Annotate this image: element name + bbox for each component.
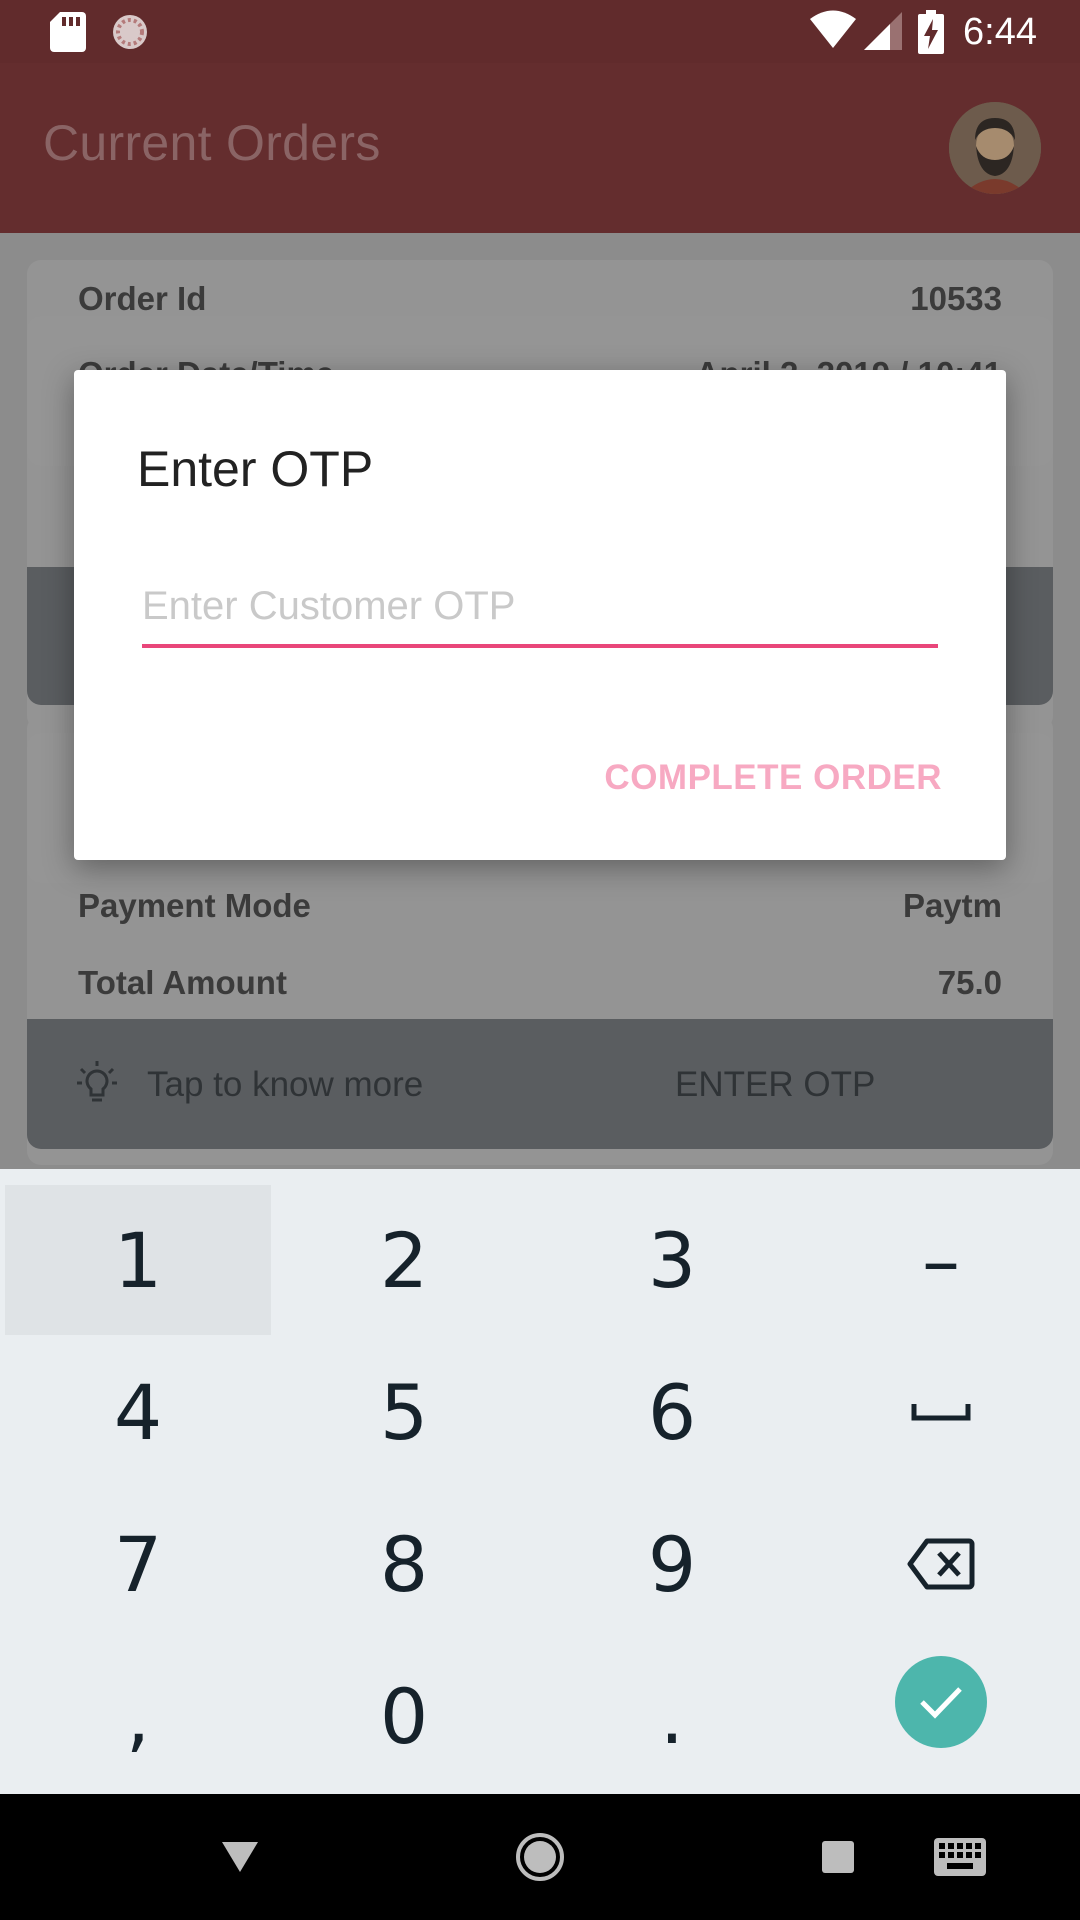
payment-card-footer: Tap to know more ENTER OTP [27, 1019, 1053, 1149]
otp-input[interactable] [142, 578, 938, 648]
sd-card-icon [50, 12, 86, 52]
key-0-label: 0 [379, 1671, 429, 1761]
cell-signal-icon [864, 12, 902, 50]
key-8[interactable]: 8 [271, 1489, 537, 1639]
keyboard-switch-button[interactable] [920, 1794, 1000, 1920]
key-enter[interactable] [808, 1627, 1074, 1777]
recents-button[interactable] [800, 1794, 876, 1920]
back-icon [222, 1842, 258, 1872]
key-dash-label: – [922, 1215, 960, 1305]
numeric-keyboard: 1 2 3 – 4 5 6 7 8 9 , 0 . [0, 1169, 1080, 1794]
battery-charging-icon [918, 10, 944, 54]
check-icon [920, 1687, 962, 1719]
key-4-label: 4 [113, 1367, 163, 1457]
total-amount-value: 75.0 [937, 964, 1002, 1001]
key-8-label: 8 [379, 1519, 429, 1609]
key-comma[interactable]: , [5, 1641, 271, 1791]
dialog-title: Enter OTP [137, 441, 374, 497]
order-id-label: Order Id [78, 280, 207, 317]
key-space[interactable] [808, 1337, 1074, 1487]
back-button[interactable] [200, 1794, 280, 1920]
key-0[interactable]: 0 [271, 1641, 537, 1791]
key-6[interactable]: 6 [539, 1337, 805, 1487]
key-dash[interactable]: – [808, 1185, 1074, 1335]
key-period[interactable]: . [539, 1641, 805, 1791]
key-6-label: 6 [647, 1367, 697, 1457]
sync-icon [113, 15, 147, 49]
key-backspace[interactable] [808, 1489, 1074, 1639]
total-amount-label: Total Amount [78, 964, 287, 1001]
home-button[interactable] [500, 1794, 580, 1920]
key-1-label: 1 [113, 1215, 163, 1305]
key-9-label: 9 [647, 1519, 697, 1609]
key-period-label: . [659, 1671, 685, 1761]
key-7[interactable]: 7 [5, 1489, 271, 1639]
key-9[interactable]: 9 [539, 1489, 805, 1639]
lightbulb-icon [77, 1061, 117, 1102]
page-title: Current Orders [43, 115, 381, 171]
key-5-label: 5 [379, 1367, 429, 1457]
status-time: 6:44 [963, 11, 1037, 53]
user-avatar-icon[interactable] [949, 102, 1041, 194]
wifi-icon [810, 10, 856, 48]
backspace-icon [907, 1538, 975, 1590]
enter-button[interactable] [895, 1656, 987, 1748]
otp-dialog: Enter OTP COMPLETE ORDER [74, 370, 1006, 860]
key-4[interactable]: 4 [5, 1337, 271, 1487]
payment-mode-label: Payment Mode [78, 887, 311, 924]
tap-hint-text[interactable]: Tap to know more [147, 1065, 423, 1105]
home-icon [516, 1833, 564, 1881]
order-id-value: 10533 [910, 280, 1002, 317]
key-2-label: 2 [379, 1215, 429, 1305]
enter-otp-button[interactable]: ENTER OTP [675, 1065, 875, 1105]
space-icon [911, 1404, 971, 1421]
key-3-label: 3 [647, 1215, 697, 1305]
navigation-bar [0, 1794, 1080, 1920]
key-7-label: 7 [113, 1519, 163, 1609]
key-5[interactable]: 5 [271, 1337, 537, 1487]
key-2[interactable]: 2 [271, 1185, 537, 1335]
recents-icon [822, 1841, 854, 1873]
key-3[interactable]: 3 [539, 1185, 805, 1335]
payment-mode-value: Paytm [902, 887, 1002, 924]
key-1[interactable]: 1 [5, 1185, 271, 1335]
key-comma-label: , [125, 1671, 151, 1761]
keyboard-switch-icon [934, 1838, 986, 1876]
complete-order-button[interactable]: COMPLETE ORDER [604, 760, 942, 795]
status-bar: 6:44 [0, 0, 1080, 63]
